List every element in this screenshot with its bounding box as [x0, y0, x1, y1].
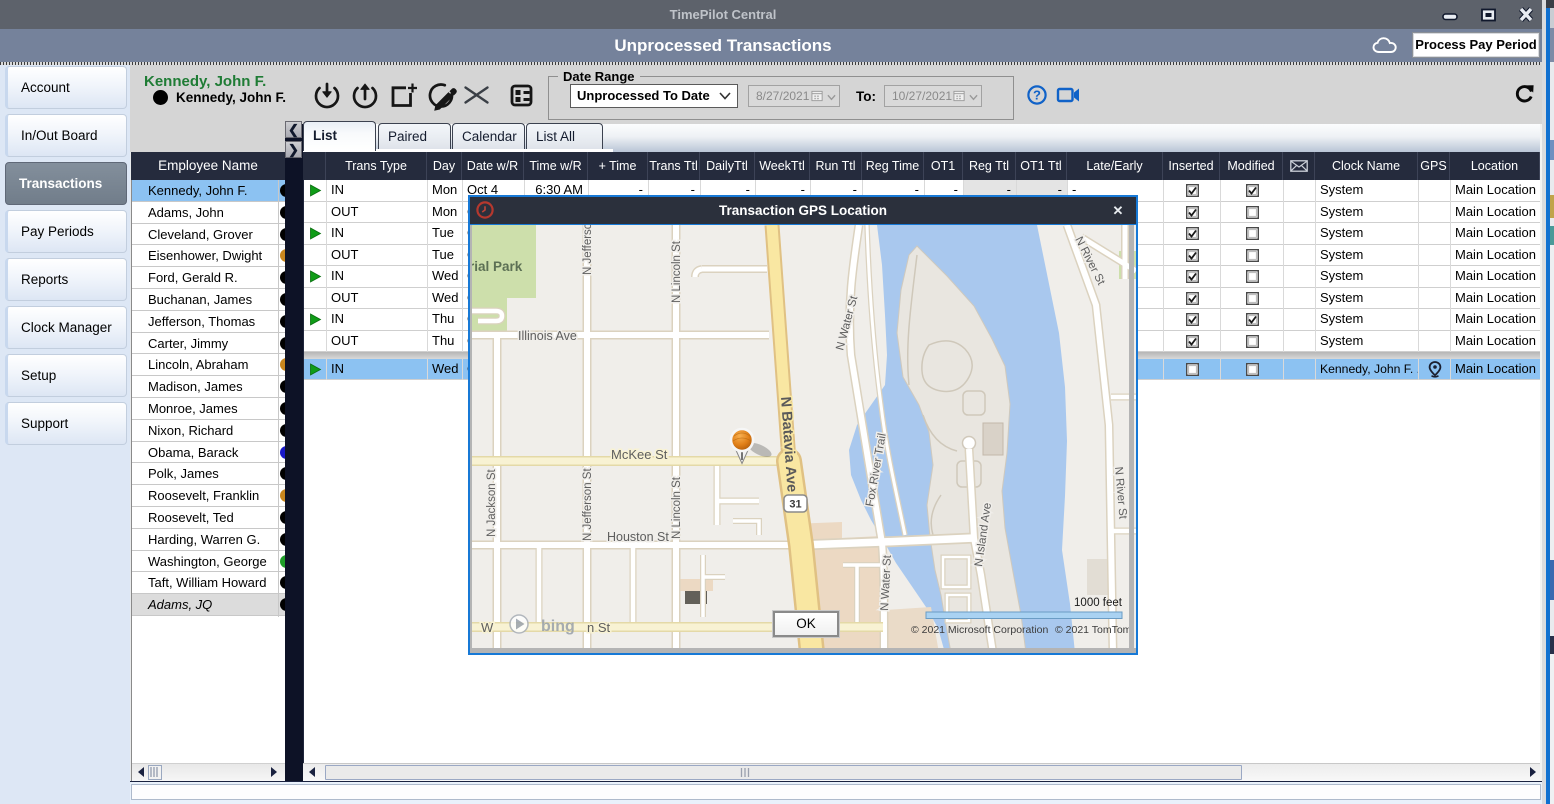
svg-text:31: 31	[789, 498, 801, 510]
svg-text:N Jefferson St: N Jefferson St	[582, 467, 594, 540]
svg-text:© 2021 TomTom: © 2021 TomTom	[1055, 624, 1132, 636]
svg-text:n St: n St	[587, 620, 611, 635]
svg-text:N Jefferson St: N Jefferson St	[582, 225, 594, 275]
svg-text:N Lincoln St: N Lincoln St	[671, 476, 683, 539]
svg-text:?: ?	[1033, 88, 1041, 103]
svg-text:1000 feet: 1000 feet	[1074, 597, 1123, 609]
svg-text:N Lincoln St: N Lincoln St	[671, 240, 683, 303]
svg-text:rial Park: rial Park	[471, 259, 523, 274]
svg-text:W: W	[481, 620, 494, 635]
svg-text:Houston St: Houston St	[607, 530, 669, 544]
svg-text:© 2021 Microsoft Corporation: © 2021 Microsoft Corporation	[911, 624, 1048, 636]
svg-text:McKee St: McKee St	[611, 447, 668, 462]
svg-text:N Jackson St: N Jackson St	[486, 468, 498, 537]
svg-text:bing: bing	[541, 618, 575, 635]
svg-text:Illinois Ave: Illinois Ave	[518, 329, 577, 343]
